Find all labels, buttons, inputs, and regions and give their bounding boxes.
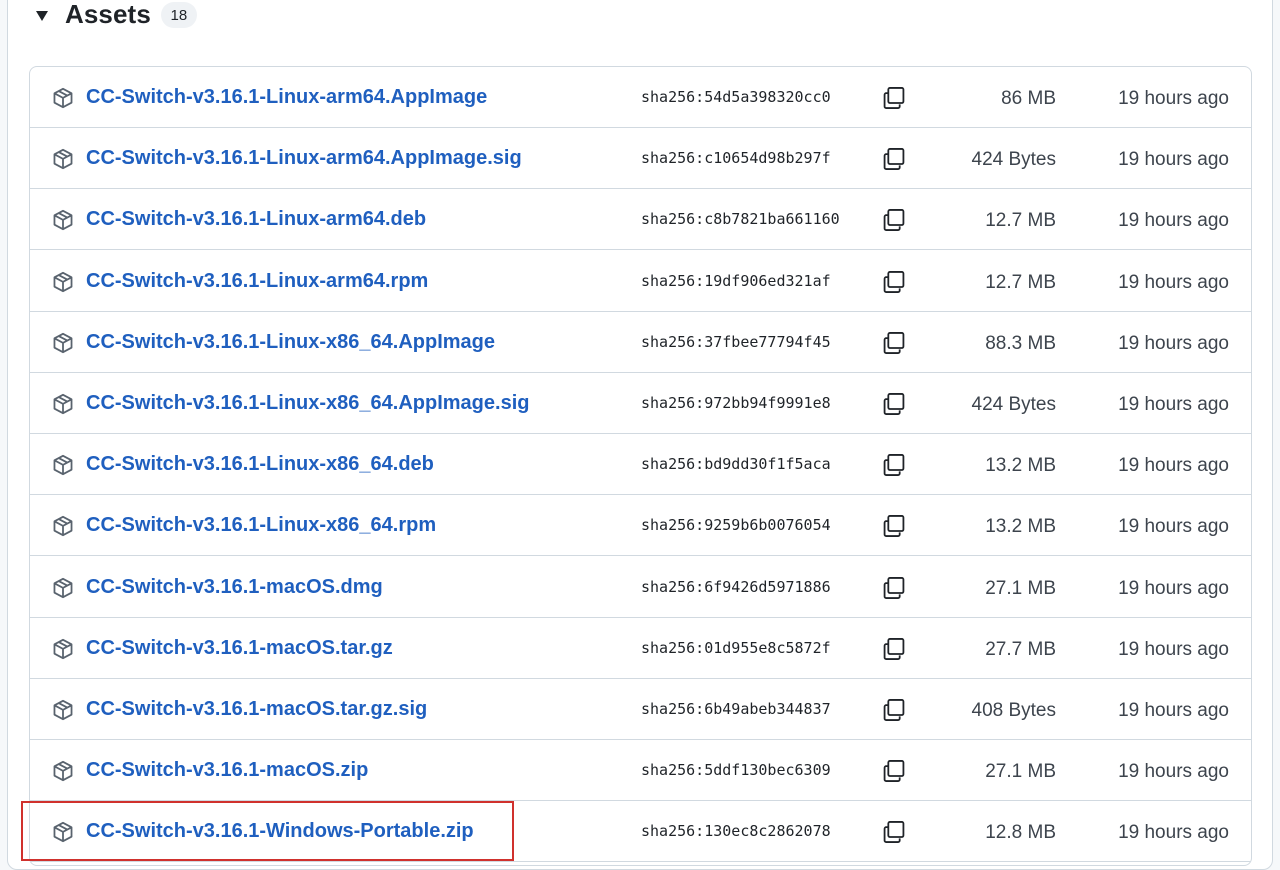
asset-download-link[interactable]: CC-Switch-v3.16.1-Linux-arm64.rpm: [86, 270, 428, 293]
asset-digest: sha256:19df906ed321af: [641, 271, 831, 290]
copy-icon[interactable]: [881, 758, 907, 784]
package-icon: [52, 332, 74, 354]
asset-updated-time: 19 hours ago: [1118, 88, 1229, 109]
asset-size: 88.3 MB: [985, 332, 1056, 354]
asset-row: CC-Switch-v3.16.1-Windows-Portable.zip sh…: [30, 801, 1251, 863]
asset-size: 424 Bytes: [971, 149, 1057, 171]
asset-updated-time: 19 hours ago: [1118, 394, 1229, 415]
asset-updated-time: 19 hours ago: [1118, 210, 1229, 232]
asset-download-link[interactable]: CC-Switch-v3.16.1-Linux-arm64.AppImage.s…: [86, 147, 522, 170]
asset-download-link[interactable]: CC-Switch-v3.16.1-Linux-arm64.AppImage: [86, 86, 487, 109]
asset-download-link[interactable]: CC-Switch-v3.16.1-Linux-x86_64.AppImage.…: [86, 392, 529, 415]
package-icon: [52, 271, 74, 293]
copy-icon[interactable]: [881, 330, 907, 356]
copy-icon[interactable]: [881, 269, 907, 295]
asset-row: CC-Switch-v3.16.1-Linux-x86_64.AppImage s…: [30, 312, 1251, 373]
asset-download-link[interactable]: CC-Switch-v3.16.1-Windows-Portable.zip: [86, 820, 474, 843]
assets-count-badge: 18: [160, 2, 197, 28]
package-icon: [52, 209, 74, 231]
asset-row: CC-Switch-v3.16.1-macOS.dmg sha256:6f9426…: [30, 557, 1251, 618]
copy-icon[interactable]: [881, 575, 907, 601]
asset-digest: sha256:6b49abeb344837: [641, 700, 831, 718]
asset-digest: sha256:130ec8c2862078: [641, 822, 831, 841]
package-icon: [52, 454, 74, 476]
package-icon: [52, 760, 74, 782]
copy-icon[interactable]: [881, 146, 907, 172]
package-icon: [52, 87, 74, 109]
asset-updated-time: 19 hours ago: [1118, 271, 1229, 293]
asset-size: 27.1 MB: [985, 577, 1056, 599]
asset-size: 12.7 MB: [985, 210, 1056, 232]
asset-download-link[interactable]: CC-Switch-v3.16.1-macOS.tar.gz: [86, 637, 393, 660]
package-icon: [52, 393, 74, 415]
asset-updated-time: 19 hours ago: [1118, 577, 1229, 599]
asset-download-link[interactable]: CC-Switch-v3.16.1-macOS.zip: [86, 759, 368, 782]
asset-size: 12.7 MB: [985, 271, 1056, 293]
assets-header[interactable]: Assets 18: [36, 0, 197, 31]
asset-size: 27.7 MB: [985, 638, 1056, 660]
package-icon: [52, 577, 74, 599]
asset-digest: sha256:01d955e8c5872f: [641, 638, 831, 657]
copy-icon[interactable]: [881, 819, 907, 845]
assets-title: Assets: [65, 0, 151, 29]
copy-icon[interactable]: [881, 636, 907, 662]
package-icon: [52, 638, 74, 660]
package-icon: [52, 148, 74, 170]
asset-row: CC-Switch-v3.16.1-Linux-arm64.AppImage sh…: [30, 67, 1251, 128]
asset-digest: sha256:9259b6b0076054: [641, 516, 831, 535]
asset-size: 86 MB: [1001, 88, 1056, 109]
asset-row: CC-Switch-v3.16.1-Linux-arm64.deb sha256:…: [30, 189, 1251, 251]
asset-size: 27.1 MB: [985, 761, 1056, 783]
asset-digest: sha256:c8b7821ba661160: [641, 210, 840, 229]
asset-row: CC-Switch-v3.16.1-Linux-x86_64.deb sha256…: [30, 434, 1251, 496]
asset-updated-time: 19 hours ago: [1118, 455, 1229, 477]
asset-row: CC-Switch-v3.16.1-Linux-arm64.AppImage.s…: [30, 128, 1251, 190]
copy-icon[interactable]: [881, 85, 907, 111]
copy-icon[interactable]: [881, 513, 907, 539]
asset-digest: sha256:c10654d98b297f: [641, 149, 831, 168]
asset-size: 13.2 MB: [985, 455, 1056, 477]
copy-icon[interactable]: [881, 697, 907, 723]
asset-updated-time: 19 hours ago: [1118, 332, 1229, 354]
asset-updated-time: 19 hours ago: [1118, 638, 1229, 660]
asset-row: CC-Switch-v3.16.1-macOS.tar.gz sha256:01d…: [30, 618, 1251, 679]
asset-digest: sha256:6f9426d5971886: [641, 577, 831, 596]
copy-icon[interactable]: [881, 391, 907, 417]
asset-download-link[interactable]: CC-Switch-v3.16.1-Linux-x86_64.AppImage: [86, 331, 495, 354]
copy-icon[interactable]: [881, 207, 907, 233]
asset-size: 13.2 MB: [985, 516, 1056, 538]
asset-digest: sha256:54d5a398320cc0: [641, 88, 831, 106]
asset-digest: sha256:bd9dd30f1f5aca: [641, 455, 831, 474]
asset-download-link[interactable]: CC-Switch-v3.16.1-Linux-x86_64.rpm: [86, 514, 436, 537]
asset-digest: sha256:5ddf130bec6309: [641, 761, 831, 780]
asset-size: 424 Bytes: [971, 394, 1057, 415]
asset-updated-time: 19 hours ago: [1118, 822, 1229, 844]
asset-row: CC-Switch-v3.16.1-Linux-arm64.rpm sha256:…: [30, 251, 1251, 312]
asset-updated-time: 19 hours ago: [1118, 516, 1229, 538]
package-icon: [52, 515, 74, 537]
asset-digest: sha256:972bb94f9991e8: [641, 394, 831, 412]
asset-download-link[interactable]: CC-Switch-v3.16.1-Linux-arm64.deb: [86, 208, 426, 231]
asset-updated-time: 19 hours ago: [1118, 761, 1229, 783]
asset-download-link[interactable]: CC-Switch-v3.16.1-Linux-x86_64.deb: [86, 453, 434, 476]
asset-row: CC-Switch-v3.16.1-macOS.tar.gz.sig sha256…: [30, 679, 1251, 740]
asset-digest: sha256:37fbee77794f45: [641, 332, 831, 351]
asset-updated-time: 19 hours ago: [1118, 700, 1229, 721]
triangle-down-icon[interactable]: [36, 10, 48, 21]
asset-row: CC-Switch-v3.16.1-Linux-x86_64.rpm sha256…: [30, 495, 1251, 557]
asset-list: CC-Switch-v3.16.1-Linux-arm64.AppImage sh…: [29, 66, 1252, 866]
asset-row: CC-Switch-v3.16.1-Linux-x86_64.AppImage.…: [30, 373, 1251, 434]
copy-icon[interactable]: [881, 452, 907, 478]
asset-size: 12.8 MB: [985, 822, 1056, 844]
asset-updated-time: 19 hours ago: [1118, 149, 1229, 171]
asset-row: CC-Switch-v3.16.1-macOS.zip sha256:5ddf13…: [30, 740, 1251, 802]
package-icon: [52, 699, 74, 721]
asset-download-link[interactable]: CC-Switch-v3.16.1-macOS.dmg: [86, 576, 383, 599]
package-icon: [52, 821, 74, 843]
asset-size: 408 Bytes: [971, 700, 1057, 721]
asset-download-link[interactable]: CC-Switch-v3.16.1-macOS.tar.gz.sig: [86, 698, 427, 721]
